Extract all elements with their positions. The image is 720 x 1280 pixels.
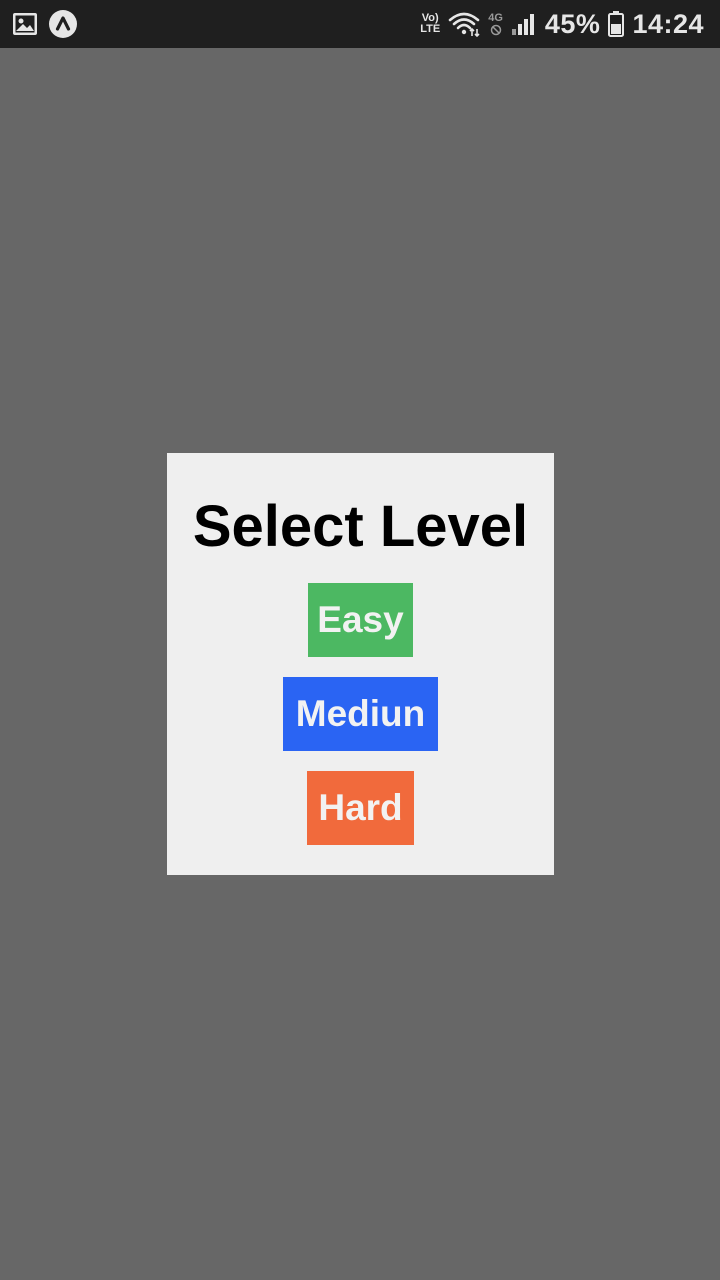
image-icon xyxy=(12,12,38,36)
status-bar-right: Vo) LTE 4G 45% 14:24 xyxy=(420,0,704,48)
hard-button[interactable]: Hard xyxy=(307,771,414,845)
status-bar-left xyxy=(12,0,78,48)
signal-icon xyxy=(511,12,537,36)
volte-bottom-label: LTE xyxy=(420,23,441,35)
volte-indicator: Vo) LTE xyxy=(420,13,440,35)
no-data-icon xyxy=(490,24,501,36)
status-bar: Vo) LTE 4G 45% 14:24 xyxy=(0,0,720,48)
app-a-icon xyxy=(48,9,78,39)
battery-percent: 45% xyxy=(544,8,601,39)
easy-button[interactable]: Easy xyxy=(308,583,413,657)
clock: 14:24 xyxy=(632,8,704,39)
medium-button[interactable]: Mediun xyxy=(283,677,438,751)
dialog-title: Select Level xyxy=(192,494,529,559)
wifi-icon xyxy=(448,11,480,37)
network-type-label: 4G xyxy=(488,12,503,24)
battery-icon xyxy=(608,11,625,37)
level-select-dialog: Select Level Easy Mediun Hard xyxy=(167,453,554,875)
network-4g-indicator: 4G xyxy=(488,12,503,36)
